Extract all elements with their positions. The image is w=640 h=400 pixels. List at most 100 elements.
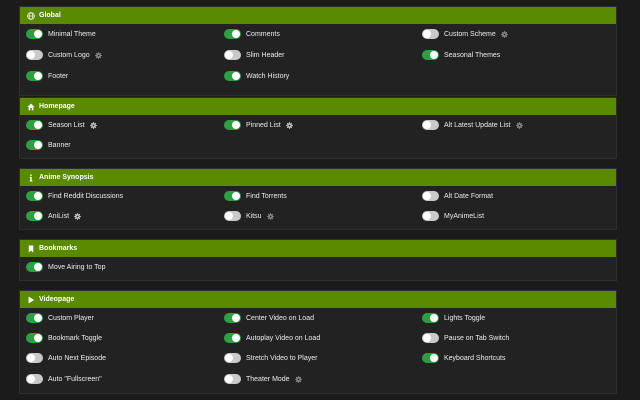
play-icon — [26, 295, 35, 304]
toggle-watch-history[interactable] — [224, 71, 241, 81]
option-autoplay-video-on-load: Autoplay Video on Load — [224, 332, 320, 344]
option-label: Comments — [246, 30, 280, 38]
option-label: Bookmark Toggle — [48, 334, 102, 342]
option-watch-history: Watch History — [224, 70, 289, 82]
option-custom-logo: Custom Logo — [26, 49, 102, 61]
option-label: AniList — [48, 212, 70, 220]
section-header: Bookmarks — [20, 240, 616, 257]
home-icon — [26, 102, 35, 111]
toggle-custom-scheme[interactable] — [422, 29, 439, 39]
option-footer: Footer — [26, 70, 68, 82]
option-label: MyAnimeList — [444, 212, 485, 220]
section-header: Homepage — [20, 98, 616, 115]
toggle-kitsu[interactable] — [224, 211, 241, 221]
option-label: Find Reddit Discussions — [48, 192, 124, 200]
section-header: Anime Synopsis — [20, 169, 616, 186]
toggle-banner[interactable] — [26, 140, 43, 150]
toggle-myanimelist[interactable] — [422, 211, 439, 221]
option-custom-scheme: Custom Scheme — [422, 28, 508, 40]
info-icon — [26, 173, 35, 182]
option-auto-next-episode: Auto Next Episode — [26, 352, 106, 364]
option-find-reddit-discussions: Find Reddit Discussions — [26, 190, 123, 202]
toggle-autoplay-video-on-load[interactable] — [224, 333, 241, 343]
section-title: Global — [39, 12, 61, 19]
option-label: Slim Header — [246, 51, 285, 59]
gear-icon[interactable] — [285, 121, 293, 129]
toggle-auto-fullscreen[interactable] — [26, 374, 43, 384]
option-lights-toggle: Lights Toggle — [422, 312, 485, 324]
gear-icon[interactable] — [500, 30, 508, 38]
option-comments: Comments — [224, 28, 280, 40]
gear-icon[interactable] — [94, 51, 102, 59]
toggle-season-list[interactable] — [26, 120, 43, 130]
toggle-keyboard-shortcuts[interactable] — [422, 353, 439, 363]
bookmark-icon — [26, 244, 35, 253]
toggle-alt-date-format[interactable] — [422, 191, 439, 201]
option-pause-on-tab-switch: Pause on Tab Switch — [422, 332, 509, 344]
option-label: Custom Logo — [48, 51, 90, 59]
option-bookmark-toggle: Bookmark Toggle — [26, 332, 102, 344]
section-title: Videopage — [39, 296, 75, 303]
toggle-lights-toggle[interactable] — [422, 313, 439, 323]
option-label: Minimal Theme — [48, 30, 96, 38]
gear-icon[interactable] — [89, 121, 97, 129]
toggle-move-airing-to-top[interactable] — [26, 262, 43, 272]
toggle-pause-on-tab-switch[interactable] — [422, 333, 439, 343]
toggle-center-video-on-load[interactable] — [224, 313, 241, 323]
option-label: Custom Player — [48, 314, 94, 322]
option-anilist: AniList — [26, 210, 81, 222]
toggle-slim-header[interactable] — [224, 50, 241, 60]
option-custom-player: Custom Player — [26, 312, 94, 324]
option-kitsu: Kitsu — [224, 210, 274, 222]
toggle-pinned-list[interactable] — [224, 120, 241, 130]
option-label: Keyboard Shortcuts — [444, 354, 506, 362]
option-label: Auto "Fullscreen" — [48, 375, 102, 383]
option-center-video-on-load: Center Video on Load — [224, 312, 314, 324]
option-move-airing-to-top: Move Airing to Top — [26, 261, 105, 273]
option-label: Season List — [48, 121, 85, 129]
toggle-anilist[interactable] — [26, 211, 43, 221]
option-label: Autoplay Video on Load — [246, 334, 321, 342]
section-bookmarks: Bookmarks Move Airing to Top — [19, 239, 617, 281]
toggle-minimal-theme[interactable] — [26, 29, 43, 39]
section-anime-synopsis: Anime Synopsis Find Reddit Discussions F… — [19, 168, 617, 230]
option-pinned-list: Pinned List — [224, 119, 293, 131]
option-label: Alt Latest Update List — [444, 121, 511, 129]
toggle-theater-mode[interactable] — [224, 374, 241, 384]
option-minimal-theme: Minimal Theme — [26, 28, 96, 40]
option-keyboard-shortcuts: Keyboard Shortcuts — [422, 352, 505, 364]
option-myanimelist: MyAnimeList — [422, 210, 484, 222]
option-banner: Banner — [26, 139, 71, 151]
option-label: Lights Toggle — [444, 314, 486, 322]
option-label: Center Video on Load — [246, 314, 314, 322]
gear-icon[interactable] — [74, 212, 81, 220]
option-label: Stretch Video to Player — [246, 354, 318, 362]
option-label: Watch History — [246, 72, 290, 80]
toggle-footer[interactable] — [26, 71, 43, 81]
gear-icon[interactable] — [515, 121, 523, 129]
option-label: Find Torrents — [246, 192, 287, 200]
gear-icon[interactable] — [266, 212, 274, 220]
globe-icon — [26, 11, 35, 20]
toggle-find-torrents[interactable] — [224, 191, 241, 201]
option-label: Seasonal Themes — [444, 51, 501, 59]
toggle-alt-latest-update-list[interactable] — [422, 120, 439, 130]
gear-icon[interactable] — [294, 375, 302, 383]
option-label: Theater Mode — [246, 375, 290, 383]
toggle-bookmark-toggle[interactable] — [26, 333, 43, 343]
option-label: Alt Date Format — [444, 192, 494, 200]
toggle-custom-player[interactable] — [26, 313, 43, 323]
option-label: Move Airing to Top — [48, 263, 106, 271]
section-title: Homepage — [39, 103, 75, 110]
toggle-seasonal-themes[interactable] — [422, 50, 439, 60]
option-stretch-video-to-player: Stretch Video to Player — [224, 352, 317, 364]
option-theater-mode: Theater Mode — [224, 373, 302, 385]
toggle-stretch-video-to-player[interactable] — [224, 353, 241, 363]
section-global: Global Minimal Theme Comments Custom Sch… — [19, 6, 617, 96]
section-header: Global — [20, 7, 616, 24]
toggle-find-reddit-discussions[interactable] — [26, 191, 43, 201]
toggle-custom-logo[interactable] — [26, 50, 43, 60]
toggle-comments[interactable] — [224, 29, 241, 39]
option-slim-header: Slim Header — [224, 49, 285, 61]
toggle-auto-next-episode[interactable] — [26, 353, 43, 363]
